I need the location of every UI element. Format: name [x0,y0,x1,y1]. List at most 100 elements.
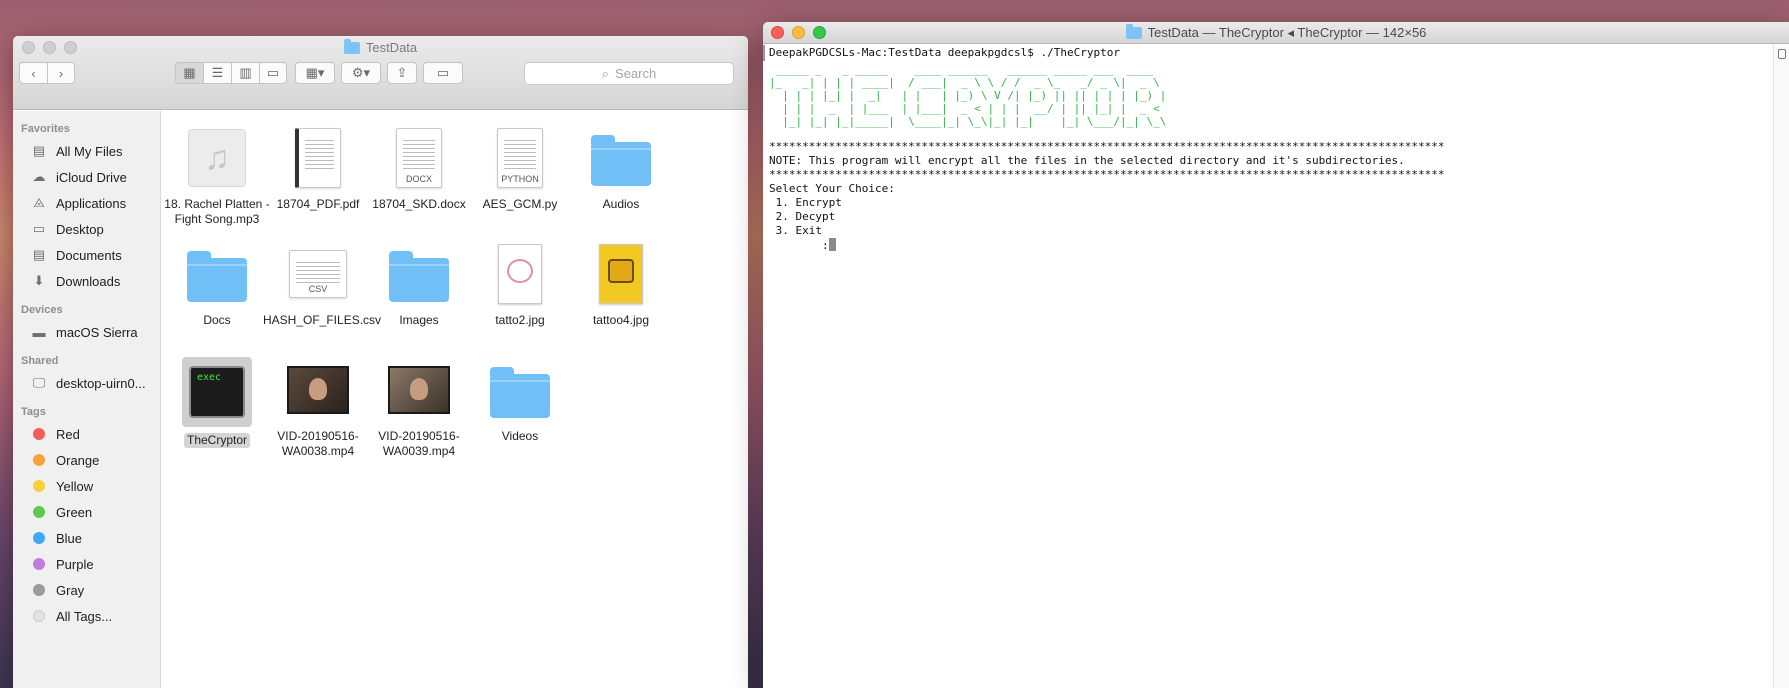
sidebar-item-label: Applications [56,195,127,211]
file-name: HASH_OF_FILES.csv [263,313,382,327]
folder-item[interactable]: Images [364,239,474,328]
sidebar-item-macos-sierra[interactable]: ▬ macOS Sierra [13,319,160,345]
gray-tag-dot-icon [33,584,45,596]
csv-file-icon: CSV [289,250,347,298]
file-name: tatto2.jpg [495,313,545,327]
ascii-banner: _____ _ _ _____ ____ ______ ______ _____… [769,63,1167,128]
file-name: 18. Rachel Platten - Fight Song.mp3 [164,197,270,226]
search-input[interactable]: ⌕ Search [524,62,734,85]
sidebar-item-label: Documents [56,247,122,263]
sidebar-item-label: Downloads [56,273,121,289]
tag-label: Blue [56,530,83,546]
desktop-icon: ▭ [32,221,46,236]
tag-label: Purple [56,556,94,572]
terminal-marker [763,45,765,61]
sidebar-item-all-my-files[interactable]: ▤ All My Files [13,138,160,164]
forward-button[interactable]: › [47,62,75,84]
file-item[interactable]: DOCX 18704_SKD.docx [364,123,474,212]
file-badge: PYTHON [501,174,539,184]
list-view-button[interactable]: ☰ [203,62,231,84]
folder-icon [187,251,247,302]
file-name: VID-20190516-WA0038.mp4 [277,429,359,458]
sidebar-item-applications[interactable]: ⨻ Applications [13,190,160,216]
option-decrypt: 2. Decypt [769,210,836,223]
scroll-thumb[interactable] [1778,49,1786,59]
sidebar-item-label: iCloud Drive [56,169,127,185]
sidebar-tag-orange[interactable]: Orange [13,447,160,473]
file-name: TheCryptor [183,433,251,448]
input-prompt: : [769,239,829,252]
sidebar-item-label: Desktop [56,221,104,237]
column-view-button[interactable]: ▥ [231,62,259,84]
sidebar-item-desktop[interactable]: ▭ Desktop [13,216,160,242]
window-title: TestData — TheCryptor ◂ TheCryptor — 142… [763,24,1789,41]
purple-tag-dot-icon [33,558,45,570]
nav-buttons: ‹ › [19,62,75,84]
sidebar-item-label: desktop-uirn0... [56,375,146,391]
file-item[interactable]: ♫ 18. Rachel Platten - Fight Song.mp3 [162,123,272,227]
option-exit: 3. Exit [769,224,822,237]
folder-item[interactable]: Videos [465,355,575,444]
file-item[interactable]: tattoo4.jpg [566,239,676,328]
select-line: Select Your Choice: [769,182,895,195]
search-icon: ⌕ [601,65,610,81]
applications-icon: ⨻ [33,195,45,210]
file-item[interactable]: CSV HASH_OF_FILES.csv [263,239,382,328]
sidebar-item-label: macOS Sierra [56,324,138,340]
file-name: tattoo4.jpg [592,313,650,327]
sidebar-tag-green[interactable]: Green [13,499,160,525]
docx-file-icon: DOCX [396,128,442,188]
sidebar-item-documents[interactable]: ▤ Documents [13,242,160,268]
selection-highlight: exec [182,357,252,427]
sidebar-item-downloads[interactable]: ⬇ Downloads [13,268,160,294]
sidebar-tag-all-tags[interactable]: All Tags... [13,603,160,629]
file-item[interactable]: tatto2.jpg [465,239,575,328]
sidebar-tag-red[interactable]: Red [13,421,160,447]
pdf-file-icon [295,128,341,188]
image-thumbnail-icon [599,244,643,304]
file-item-selected[interactable]: exec TheCryptor [162,355,272,448]
search-placeholder: Search [615,66,657,81]
action-gear-button[interactable]: ⚙▾ [341,62,381,84]
share-button[interactable]: ⇪ [387,62,417,84]
sidebar-item-label: All My Files [56,143,123,159]
arrange-button[interactable]: ▦▾ [295,62,335,84]
file-badge: DOCX [405,174,432,184]
image-thumbnail-icon [498,244,542,304]
view-mode-segment: ▦ ☰ ▥ ▭ [175,62,287,84]
file-item[interactable]: VID-20190516-WA0038.mp4 [263,355,373,459]
back-button[interactable]: ‹ [19,62,47,84]
terminal-output[interactable]: DeepakPGDCSLs-Mac:TestData deepakpgdcsl$… [769,46,1765,688]
sidebar-header-tags: Tags [21,406,46,418]
file-item[interactable]: VID-20190516-WA0039.mp4 [364,355,474,459]
tag-button[interactable]: ▭ [423,62,463,84]
sidebar-header-devices: Devices [21,304,63,316]
sidebar-tag-purple[interactable]: Purple [13,551,160,577]
file-name: 18704_PDF.pdf [276,197,360,211]
file-item[interactable]: PYTHON AES_GCM.py [465,123,575,212]
sidebar-tag-blue[interactable]: Blue [13,525,160,551]
folder-item[interactable]: Docs [162,239,272,328]
folder-item[interactable]: Audios [566,123,676,212]
file-item[interactable]: 18704_PDF.pdf [263,123,373,212]
cover-flow-button[interactable]: ▭ [259,62,287,84]
downloads-icon: ⬇ [33,273,45,288]
folder-icon [490,367,550,418]
sidebar-item-desktop-uirn0[interactable]: 🖵 desktop-uirn0... [13,370,160,396]
blue-tag-dot-icon [33,532,45,544]
sidebar-item-icloud-drive[interactable]: ☁ iCloud Drive [13,164,160,190]
tag-label: Green [56,504,93,520]
finder-window: TestData ‹ › ▦ ☰ ▥ ▭ ▦▾ ⚙▾ ⇪ ▭ ⌕ Search … [13,36,748,688]
tag-label: Red [56,426,80,442]
orange-tag-dot-icon [33,454,45,466]
computer-icon: 🖵 [32,375,46,390]
input-line[interactable]: : [769,238,1765,253]
file-name: 18704_SKD.docx [372,197,466,211]
all-files-icon: ▤ [32,143,46,158]
icon-view-button[interactable]: ▦ [175,62,203,84]
cloud-icon: ☁ [32,169,46,184]
sidebar-tag-yellow[interactable]: Yellow [13,473,160,499]
all-tags-icon [33,610,45,622]
sidebar-tag-gray[interactable]: Gray [13,577,160,603]
terminal-scrollbar[interactable] [1773,45,1789,688]
